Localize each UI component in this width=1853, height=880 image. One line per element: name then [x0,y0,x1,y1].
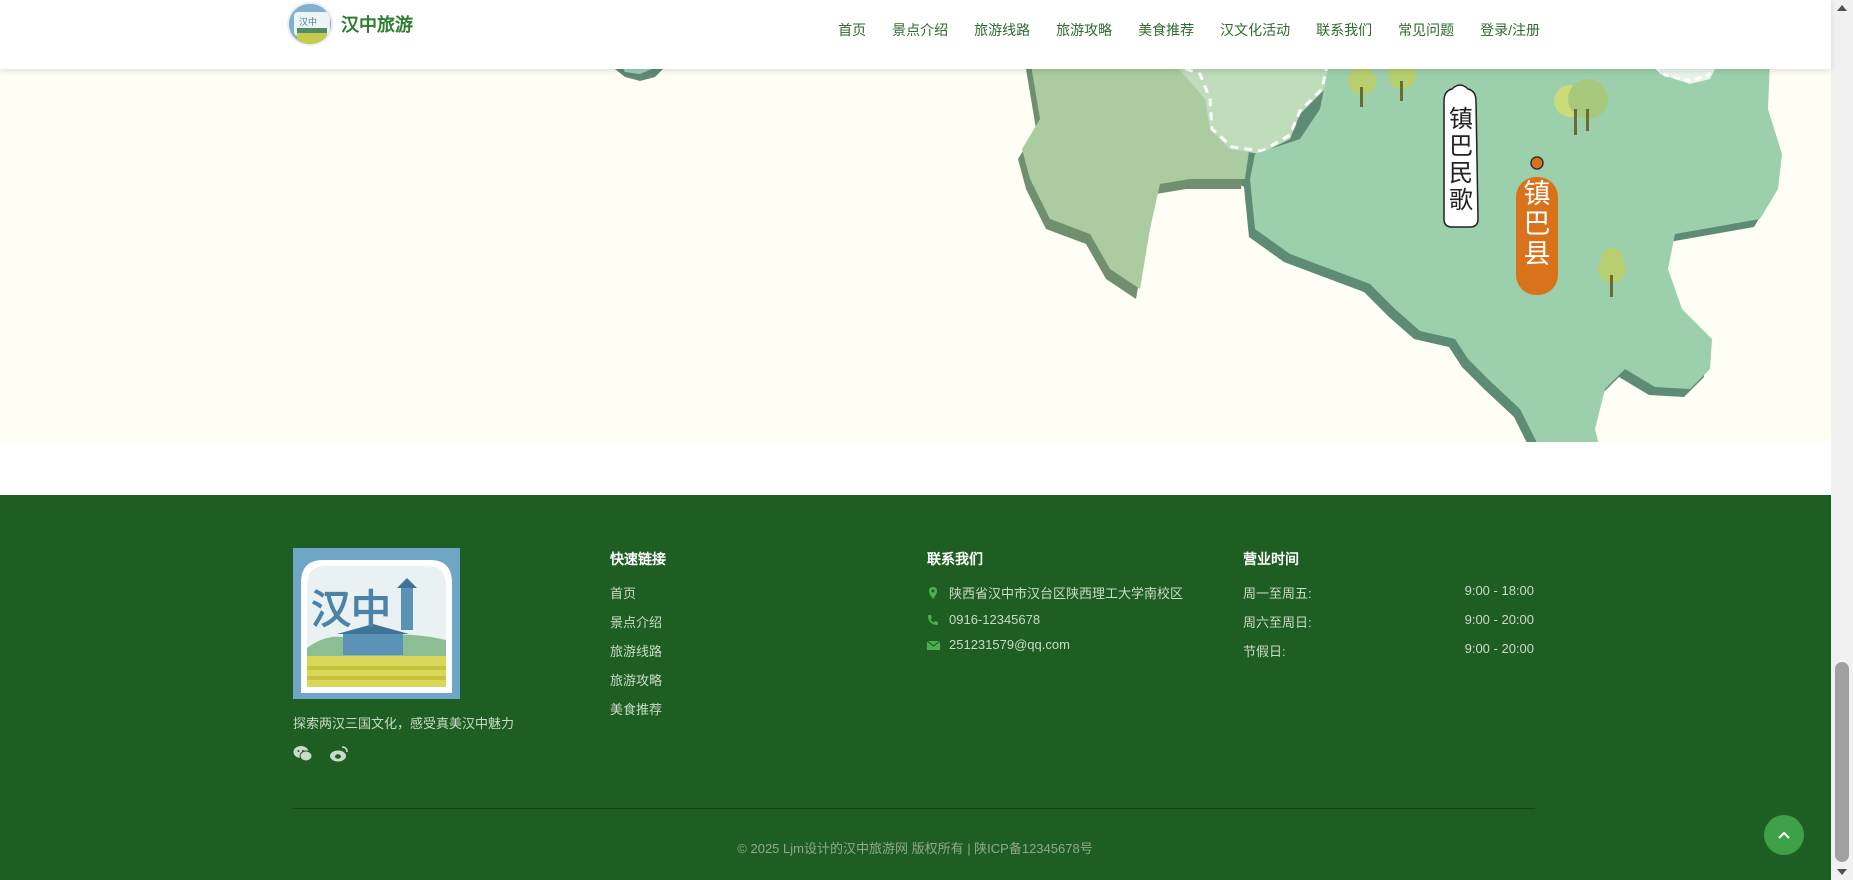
chevron-up-icon [1778,831,1790,839]
contact-phone: 0916-12345678 [927,612,1183,627]
hours-row: 周一至周五: 9:00 - 18:00 [1243,583,1534,601]
folk-song-label: 镇巴民歌 [1449,105,1473,214]
footer-link-guides[interactable]: 旅游攻略 [610,670,666,689]
back-to-top-button[interactable] [1764,815,1804,855]
hanzhong-map: 镇巴民歌 镇巴县 [615,69,1782,442]
opening-hours: 营业时间 周一至周五: 9:00 - 18:00 周六至周日: 9:00 - 2… [1243,549,1534,670]
contact-email: 251231579@qq.com [926,637,1183,652]
footer-logo-text: 汉中 [311,587,391,633]
contact-info: 联系我们 陕西省汉中市汉台区陕西理工大学南校区 0916-12345678 25… [926,549,1183,662]
envelope-icon [926,639,941,651]
location-pin-icon [927,586,939,599]
nav-han-culture[interactable]: 汉文化活动 [1220,20,1290,40]
nav-food[interactable]: 美食推荐 [1138,20,1194,40]
page-scrollbar[interactable] [1831,0,1853,880]
nav-guides[interactable]: 旅游攻略 [1056,20,1112,40]
nav-attractions[interactable]: 景点介绍 [892,20,948,40]
nav-contact[interactable]: 联系我们 [1316,20,1372,40]
svg-text:汉中: 汉中 [299,16,317,28]
site-footer: 汉中 探索两汉三国文化，感受真美汉中魅力 快速链接 首页 景点介绍 旅游线路 旅… [0,495,1831,880]
nav-routes[interactable]: 旅游线路 [974,20,1030,40]
weibo-icon[interactable] [329,745,349,763]
quick-links: 快速链接 首页 景点介绍 旅游线路 旅游攻略 美食推荐 [610,549,666,728]
phone-icon [927,614,939,626]
contact-address: 陕西省汉中市汉台区陕西理工大学南校区 [927,583,1183,602]
site-name: 汉中旅游 [341,15,413,35]
nav-home[interactable]: 首页 [838,20,866,40]
footer-link-food[interactable]: 美食推荐 [610,699,666,718]
wechat-icon[interactable] [293,745,313,763]
nav-login-register[interactable]: 登录/注册 [1480,20,1540,40]
folk-song-plaque: 镇巴民歌 [1443,84,1479,228]
quick-links-title: 快速链接 [610,551,666,567]
footer-tagline: 探索两汉三国文化，感受真美汉中魅力 [293,716,515,731]
nav-faq[interactable]: 常见问题 [1398,20,1454,40]
social-links [293,745,349,763]
footer-link-home[interactable]: 首页 [610,583,666,602]
footer-divider [293,808,1535,809]
footer-link-routes[interactable]: 旅游线路 [610,641,666,660]
scroll-up-arrow-icon[interactable] [1837,5,1847,11]
scrollbar-thumb[interactable] [1835,662,1849,862]
footer-logo: 汉中 [293,548,460,699]
hours-title: 营业时间 [1243,551,1299,567]
logo-icon: 汉中 [287,2,333,46]
scroll-down-arrow-icon[interactable] [1837,869,1847,875]
site-logo[interactable]: 汉中 汉中旅游 [287,2,413,46]
section-spacer [0,442,1831,495]
copyright: © 2025 Ljm设计的汉中旅游网 版权所有 | 陕ICP备12345678号 [737,841,1093,856]
map-section: 镇巴民歌 镇巴县 [0,69,1831,442]
footer-link-attractions[interactable]: 景点介绍 [610,612,666,631]
contact-title: 联系我们 [927,551,983,567]
site-header: 汉中 汉中旅游 首页 景点介绍 旅游线路 旅游攻略 美食推荐 汉文化活动 联系我… [0,0,1831,69]
county-label: 镇巴县 [1524,179,1551,270]
hours-row: 周六至周日: 9:00 - 20:00 [1243,612,1534,630]
hours-row: 节假日: 9:00 - 20:00 [1243,641,1534,659]
main-nav: 首页 景点介绍 旅游线路 旅游攻略 美食推荐 汉文化活动 联系我们 常见问题 登… [838,20,1540,40]
